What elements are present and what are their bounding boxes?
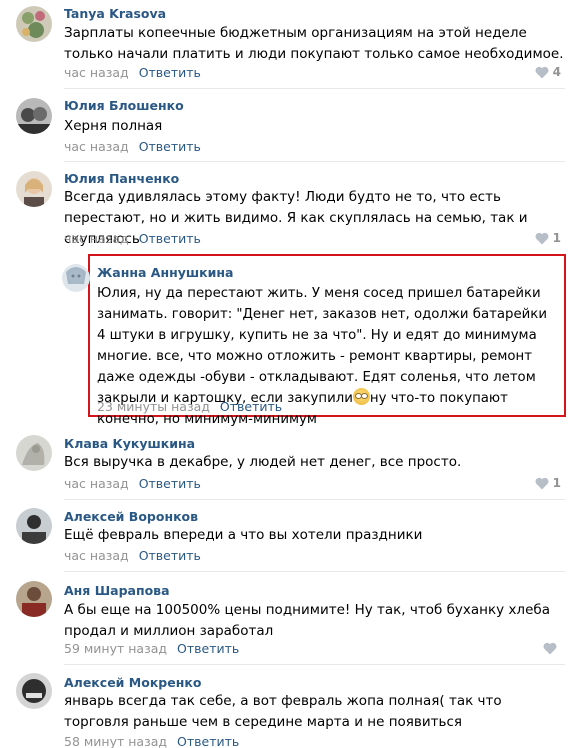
comment-author[interactable]: Аня Шарапова [64,583,170,598]
comment-time[interactable]: час назад [64,476,129,491]
comment-text: А бы еще на 100500% цены поднимите! Ну т… [64,602,550,639]
reply-button[interactable]: Ответить [139,139,201,154]
comment-author[interactable]: Tanya Krasova [64,6,166,21]
divider [64,161,565,162]
like-count: 1 [552,231,561,245]
divider [64,571,565,572]
comment-meta: 58 минут назад Ответить [64,734,239,748]
comment-time[interactable]: час назад [64,139,129,154]
comment-author[interactable]: Юлия Панченко [64,171,179,186]
reply-text-main: Юлия, ну да перестают жить. У меня сосед… [97,286,547,406]
comment-meta: час назад Ответить [64,548,201,563]
comment-author[interactable]: Клава Кукушкина [64,436,195,451]
comment-time[interactable]: 59 минут назад [64,641,167,656]
comment-text: январь всегда так себе, а вот февраль жо… [64,693,502,730]
face-emoji-icon [352,388,370,405]
comment-meta: 59 минут назад Ответить [64,641,239,656]
reply-button[interactable]: Ответить [139,476,201,491]
avatar[interactable] [16,508,52,544]
heart-icon [543,642,557,655]
like-button[interactable] [543,641,561,655]
comment-text: Зарплаты копеечные бюджетным организация… [64,25,564,62]
like-count: 4 [552,65,561,79]
comment-time[interactable]: час назад [64,231,129,246]
heart-icon [535,477,549,490]
comment-meta: час назад Ответить [64,139,201,154]
reply-button[interactable]: Ответить [139,548,201,563]
like-button[interactable]: 1 [535,476,561,490]
like-count: 1 [552,476,561,490]
comment-text: Вся выручка в декабре, у людей нет денег… [64,454,462,470]
comment-meta: час назад Ответить [64,231,201,246]
like-button[interactable]: 4 [535,65,561,79]
avatar[interactable] [16,581,52,617]
avatar[interactable] [16,6,52,42]
comment-time[interactable]: час назад [64,65,129,80]
divider [64,664,565,665]
reply-button[interactable]: Ответить [220,399,282,414]
comment-author[interactable]: Алексей Воронков [64,509,198,524]
comment-time[interactable]: 58 минут назад [64,734,167,748]
divider [64,88,565,89]
comment-meta: 23 минуты назад Ответить [97,399,282,414]
avatar[interactable] [16,673,52,709]
reply-button[interactable]: Ответить [177,734,239,748]
reply-button[interactable]: Ответить [139,231,201,246]
comment-text: Херня полная [64,118,163,134]
reply-button[interactable]: Ответить [139,65,201,80]
avatar[interactable] [16,98,52,134]
comment-author[interactable]: Юлия Блошенко [64,98,184,113]
like-button[interactable]: 1 [535,231,561,245]
comment-text: Ещё февраль впереди а что вы хотели праз… [64,527,423,543]
comment-meta: час назад Ответить [64,476,201,491]
comment-author[interactable]: Жанна Аннушкина [97,265,233,280]
comment-author[interactable]: Алексей Мокренко [64,675,201,690]
reply-button[interactable]: Ответить [177,641,239,656]
comment-time[interactable]: час назад [64,548,129,563]
heart-icon [535,66,549,79]
avatar[interactable] [16,435,52,471]
comment-time[interactable]: 23 минуты назад [97,399,210,414]
heart-icon [535,232,549,245]
avatar[interactable] [62,264,90,292]
divider [64,499,565,500]
comment-meta: час назад Ответить [64,65,201,80]
avatar[interactable] [16,171,52,207]
comments-feed: Tanya Krasova Зарплаты копеечные бюджетн… [0,0,573,748]
